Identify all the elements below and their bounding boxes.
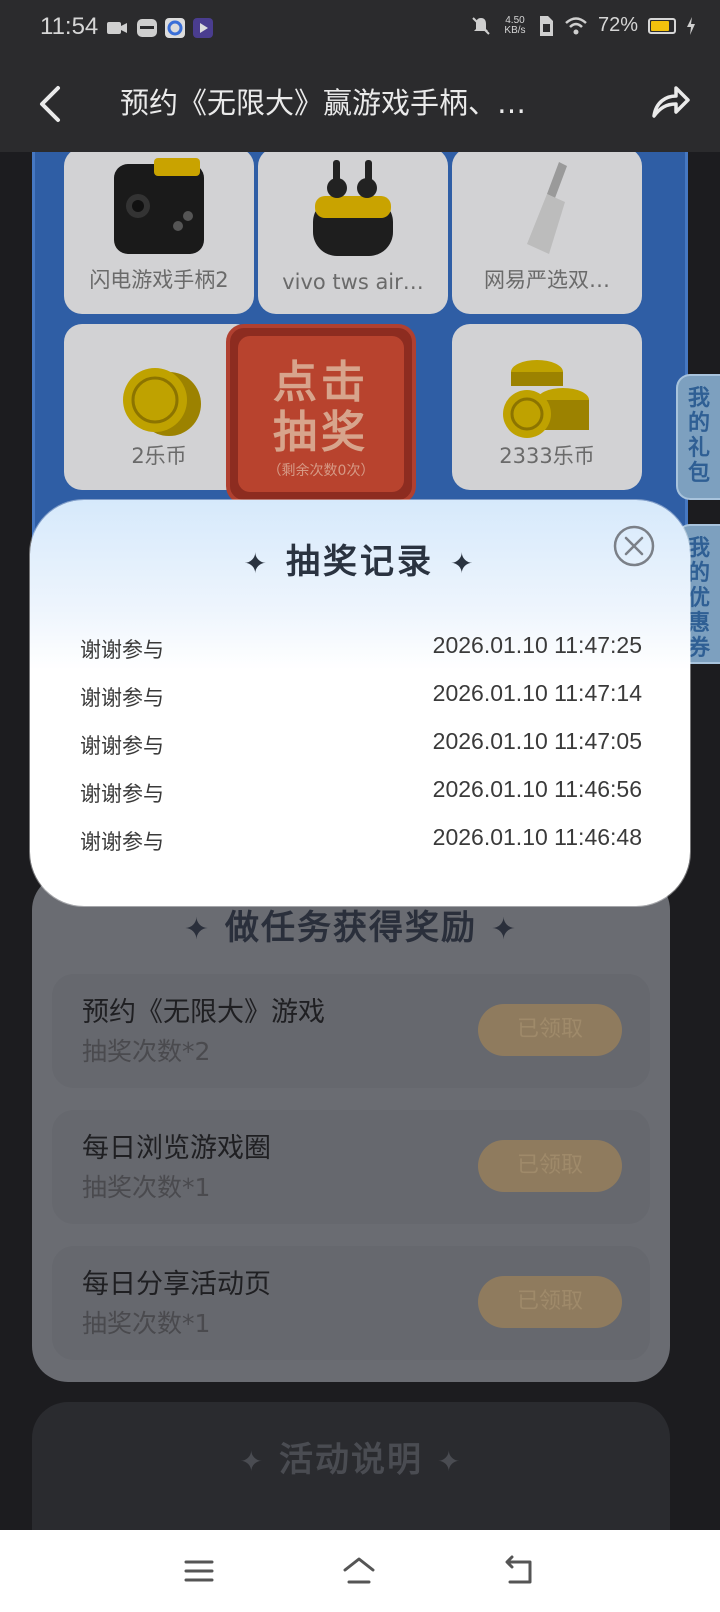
close-icon[interactable] <box>612 524 656 568</box>
prize-cell-gamepad: 闪电游戏手柄2 <box>64 152 254 314</box>
rules-heading-text: 活动说明 <box>279 1440 423 1480</box>
prize-label: 2333乐币 <box>499 444 595 468</box>
top-nav-bar: 预约《无限大》赢游戏手柄、… <box>0 56 720 152</box>
draw-button[interactable]: 点击 抽奖 （剩余次数0次） <box>226 324 416 504</box>
battery-percent: 72% <box>597 14 638 36</box>
modal-title-text: 抽奖记录 <box>286 542 434 582</box>
share-icon[interactable] <box>648 80 692 124</box>
menu-icon[interactable] <box>182 1554 216 1588</box>
claimed-button[interactable]: 已领取 <box>478 1004 622 1056</box>
draw-button-line1: 点击 <box>273 357 369 408</box>
task-name: 每日浏览游戏圈 <box>82 1133 271 1164</box>
wifi-icon <box>565 16 587 34</box>
draw-button-line2: 抽奖 <box>273 407 369 458</box>
draw-record-modal: ✦ 抽奖记录 ✦ 谢谢参与 2026.01.10 11:47:25 谢谢参与 202… <box>30 500 690 906</box>
sparkle-icon: ✦ <box>243 547 270 580</box>
charging-icon <box>687 16 695 35</box>
sparkle-icon: ✦ <box>450 547 477 580</box>
prize-cell-earbuds: vivo tws air… <box>258 152 448 314</box>
record-result: 谢谢参与 <box>80 686 164 710</box>
claimed-button[interactable]: 已领取 <box>478 1140 622 1192</box>
status-time: 11:54 <box>40 13 99 40</box>
record-row: 谢谢参与 2026.01.10 11:46:56 <box>80 774 642 822</box>
record-result: 谢谢参与 <box>80 830 164 854</box>
task-reward: 抽奖次数*1 <box>82 1309 211 1338</box>
draw-remaining: （剩余次数0次） <box>267 463 375 479</box>
record-row: 谢谢参与 2026.01.10 11:46:48 <box>80 822 642 870</box>
back-icon[interactable] <box>502 1554 536 1588</box>
network-speed: 4.50 KB/s <box>504 14 526 36</box>
record-time: 2026.01.10 11:47:14 <box>432 680 642 706</box>
sparkle-icon: ✦ <box>183 912 211 947</box>
task-panel: ✦ 做任务获得奖励 ✦ 预约《无限大》游戏 抽奖次数*2 已领取 每日浏览游戏圈 抽… <box>32 874 670 1382</box>
coin-icon <box>123 368 201 436</box>
task-heading: ✦ 做任务获得奖励 ✦ <box>32 900 670 949</box>
task-reward: 抽奖次数*1 <box>82 1173 211 1202</box>
mute-bell-icon <box>472 16 490 35</box>
claimed-button[interactable]: 已领取 <box>478 1276 622 1328</box>
rules-heading: ✦ 活动说明 ✦ <box>32 1432 670 1481</box>
prize-cell-knife: 网易严选双… <box>452 152 642 314</box>
sim-card-icon <box>539 15 553 36</box>
status-right: 4.50 KB/s 72% <box>470 14 696 37</box>
record-row: 谢谢参与 2026.01.10 11:47:14 <box>80 678 642 726</box>
sparkle-icon: ✦ <box>437 1445 463 1478</box>
prize-label: vivo tws air… <box>282 270 424 294</box>
video-call-icon <box>107 22 127 34</box>
battery-icon <box>648 17 676 34</box>
page-title: 预约《无限大》赢游戏手柄、… <box>120 86 527 120</box>
sparkle-icon: ✦ <box>239 1445 265 1478</box>
knife-icon <box>527 162 567 254</box>
task-item: 预约《无限大》游戏 抽奖次数*2 已领取 <box>52 974 650 1088</box>
record-result: 谢谢参与 <box>80 782 164 806</box>
app-notification-icon <box>137 19 157 37</box>
status-bar: 11:54 4.50 KB/s 72% <box>0 0 720 56</box>
sparkle-icon: ✦ <box>491 912 519 947</box>
record-time: 2026.01.10 11:46:48 <box>432 824 642 850</box>
modal-title: ✦ 抽奖记录 ✦ <box>30 534 690 583</box>
gamepad-icon <box>114 158 204 254</box>
record-row: 谢谢参与 2026.01.10 11:47:25 <box>80 630 642 678</box>
task-item: 每日分享活动页 抽奖次数*1 已领取 <box>52 1246 650 1360</box>
system-nav-bar <box>0 1530 720 1612</box>
back-arrow-icon[interactable] <box>32 82 72 126</box>
task-item: 每日浏览游戏圈 抽奖次数*1 已领取 <box>52 1110 650 1224</box>
browser-app-icon <box>165 18 185 38</box>
record-result: 谢谢参与 <box>80 638 164 662</box>
task-name: 每日分享活动页 <box>82 1269 271 1300</box>
rules-panel: ✦ 活动说明 ✦ <box>32 1402 670 1530</box>
video-app-icon <box>193 18 213 38</box>
prize-label: 闪电游戏手柄2 <box>89 268 229 292</box>
record-time: 2026.01.10 11:46:56 <box>432 776 642 802</box>
task-name: 预约《无限大》游戏 <box>82 997 325 1028</box>
home-icon[interactable] <box>342 1554 376 1588</box>
task-heading-text: 做任务获得奖励 <box>225 908 477 948</box>
earbuds-icon <box>313 160 393 256</box>
record-time: 2026.01.10 11:47:25 <box>432 632 642 658</box>
record-row: 谢谢参与 2026.01.10 11:47:05 <box>80 726 642 774</box>
record-list: 谢谢参与 2026.01.10 11:47:25 谢谢参与 2026.01.10… <box>80 630 642 870</box>
prize-cell-coin-stack: 2333乐币 <box>452 324 642 490</box>
task-reward: 抽奖次数*2 <box>82 1037 211 1066</box>
record-result: 谢谢参与 <box>80 734 164 758</box>
record-time: 2026.01.10 11:47:05 <box>432 728 642 754</box>
prize-label: 网易严选双… <box>484 268 610 292</box>
my-gifts-tab[interactable]: 我的礼包 <box>676 374 720 500</box>
coin-stack-icon <box>503 360 589 438</box>
